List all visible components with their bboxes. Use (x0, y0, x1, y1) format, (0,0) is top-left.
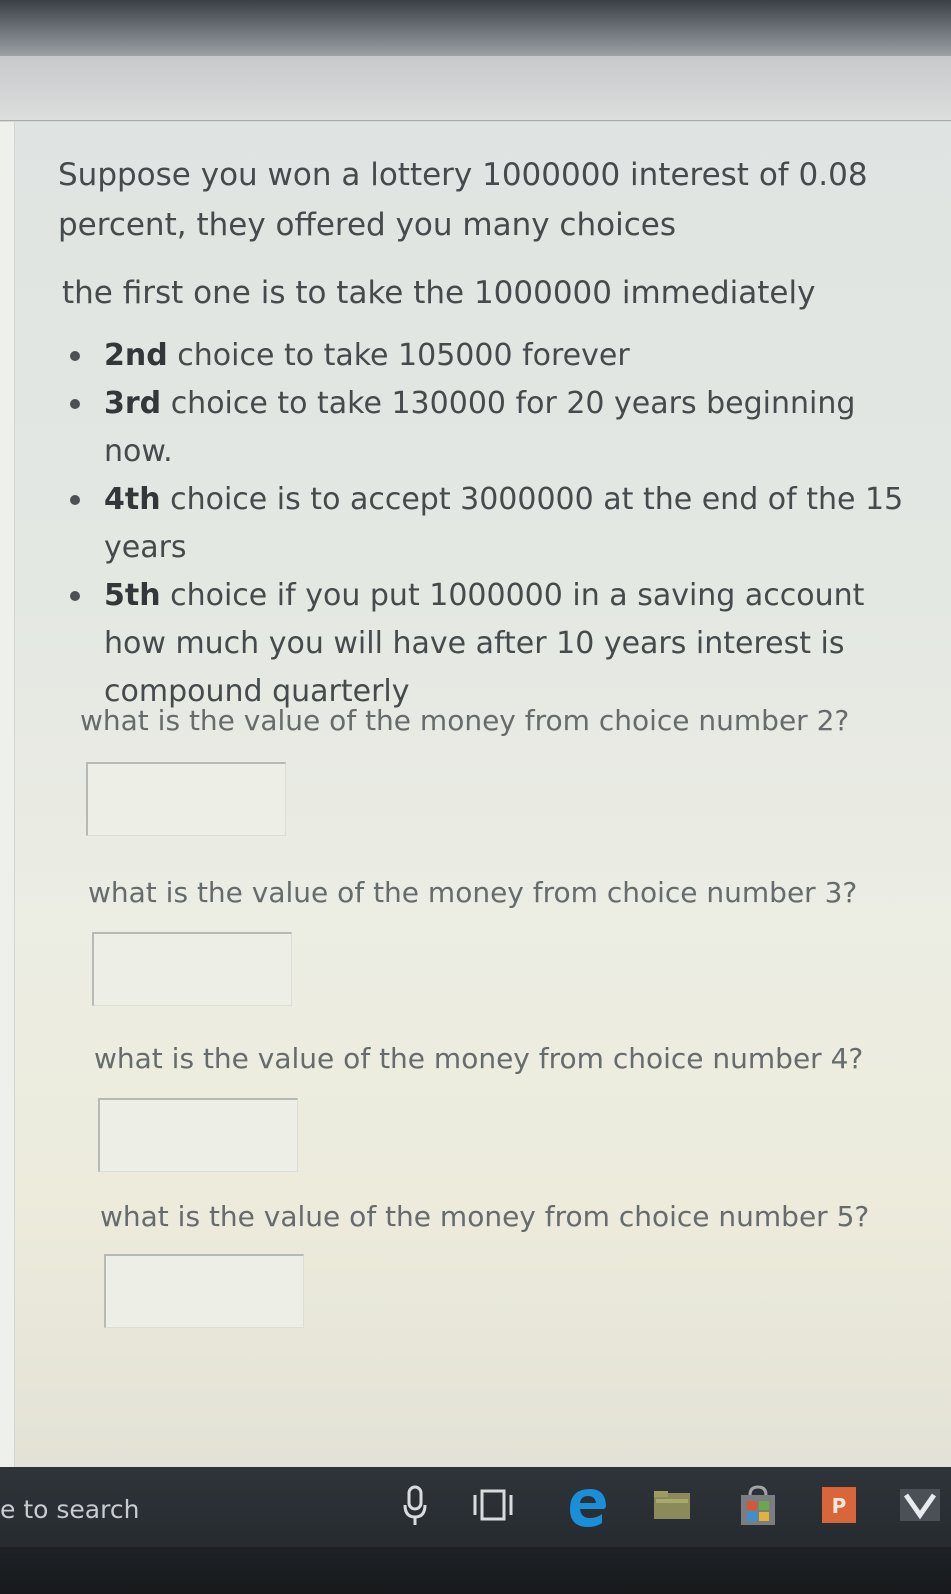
problem-intro-line-2: percent, they offered you many choices (58, 207, 676, 243)
list-item: 2nd choice to take 105000 forever (70, 332, 930, 380)
answer-input-choice-3[interactable] (92, 932, 292, 1006)
page-left-edge (0, 122, 15, 1467)
taskbar: e to search P (0, 1467, 951, 1594)
question-choice-2: what is the value of the money from choi… (80, 704, 850, 737)
list-item: 5th choice if you put 1000000 in a savin… (70, 572, 930, 716)
file-explorer-icon[interactable] (652, 1485, 692, 1525)
answer-input-choice-5[interactable] (104, 1254, 304, 1328)
window-top-bar (0, 0, 951, 56)
choice-text: choice to take 130000 for 20 years begin… (104, 386, 856, 469)
store-icon[interactable] (738, 1485, 778, 1527)
svg-text:P: P (832, 1494, 847, 1518)
list-item: 4th choice is to accept 3000000 at the e… (70, 476, 930, 572)
powerpoint-icon[interactable]: P (820, 1485, 858, 1525)
choice-ordinal: 3rd (104, 386, 162, 421)
answer-input-choice-2[interactable] (86, 762, 286, 836)
screen: Suppose you won a lottery 1000000 intere… (0, 0, 951, 1594)
microphone-icon[interactable] (402, 1485, 428, 1527)
question-choice-4: what is the value of the money from choi… (94, 1042, 864, 1075)
quiz-page: Suppose you won a lottery 1000000 intere… (0, 122, 951, 1467)
bullet-icon (70, 591, 80, 601)
problem-intro-line-1: Suppose you won a lottery 1000000 intere… (58, 157, 868, 193)
bullet-icon (70, 495, 80, 505)
browser-toolbar (0, 56, 951, 121)
choice-ordinal: 5th (104, 578, 161, 613)
choices-list: 2nd choice to take 105000 forever 3rd ch… (70, 332, 930, 716)
choice-ordinal: 2nd (104, 338, 168, 373)
app-icon[interactable] (898, 1485, 951, 1525)
question-choice-3: what is the value of the money from choi… (88, 876, 858, 909)
task-view-icon[interactable] (472, 1485, 514, 1525)
taskbar-search-box[interactable]: e to search (0, 1495, 139, 1524)
choice-text: choice to take 105000 forever (167, 338, 630, 373)
choice-text: choice if you put 1000000 in a saving ac… (104, 578, 865, 709)
taskbar-bar: e to search P (0, 1467, 951, 1547)
question-choice-5: what is the value of the money from choi… (100, 1200, 870, 1233)
answer-input-choice-4[interactable] (98, 1098, 298, 1172)
first-choice-text: the first one is to take the 1000000 imm… (62, 275, 816, 311)
bullet-icon (70, 351, 80, 361)
bullet-icon (70, 399, 80, 409)
choice-text: choice is to accept 3000000 at the end o… (104, 482, 904, 565)
edge-browser-icon[interactable] (566, 1485, 610, 1529)
list-item: 3rd choice to take 130000 for 20 years b… (70, 380, 930, 476)
choice-ordinal: 4th (104, 482, 161, 517)
